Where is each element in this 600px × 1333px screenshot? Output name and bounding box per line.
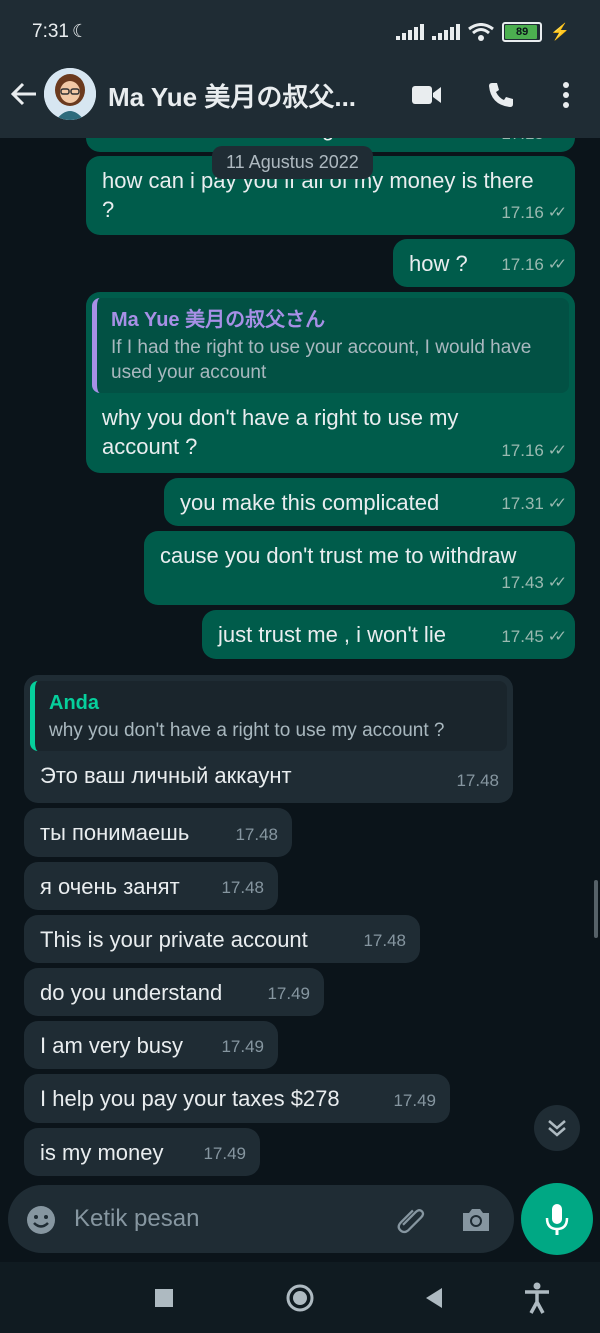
back-button[interactable] [418, 1282, 450, 1314]
read-receipt-icon: ✓✓ [547, 574, 567, 591]
read-receipt-icon: ✓✓ [548, 138, 567, 148]
message-field[interactable]: Ketik pesan [8, 1185, 514, 1253]
date-separator: 11 Agustus 2022 [212, 146, 373, 179]
message-bubble[interactable]: how ? 17.16 ✓✓ [393, 239, 575, 287]
status-time: 7:31 [32, 21, 69, 42]
message-time: 17.15 [501, 138, 544, 148]
accessibility-button[interactable] [521, 1282, 553, 1314]
read-receipt-icon: ✓✓ [547, 442, 567, 459]
phone-icon [489, 83, 513, 107]
voice-call-button[interactable] [484, 78, 518, 112]
message-text: I help you pay your taxes $278 [40, 1086, 340, 1111]
message-time: 17.49 [267, 984, 310, 1003]
message-text: cause you don't trust me to withdraw [160, 543, 517, 568]
message-input[interactable]: Ketik pesan [74, 1205, 199, 1233]
message-bubble[interactable]: я очень занят 17.48 [24, 862, 278, 910]
avatar[interactable] [44, 68, 96, 120]
triangle-back-icon [426, 1288, 442, 1308]
more-options-button[interactable] [549, 78, 583, 112]
message-text: This is your private account [40, 927, 308, 952]
read-receipt-icon: ✓✓ [547, 495, 567, 512]
system-navigation-bar [0, 1262, 600, 1333]
recents-button[interactable] [148, 1282, 180, 1314]
message-list[interactable]: 11 Agustus 2022 g 17.15✓✓ how can i pay … [0, 138, 600, 1180]
message-bubble[interactable]: Anda why you don't have a right to use m… [24, 675, 513, 803]
wifi-icon [468, 23, 494, 41]
message-time: 17.16 [501, 441, 544, 460]
home-button[interactable] [284, 1282, 316, 1314]
message-bubble[interactable]: you make this complicated 17.31 ✓✓ [164, 478, 575, 526]
camera-icon[interactable] [460, 1205, 492, 1235]
accessibility-icon [525, 1282, 549, 1314]
message-time: 17.43 [501, 573, 544, 592]
read-receipt-icon: ✓✓ [547, 204, 567, 221]
signal-icon [396, 24, 425, 40]
read-receipt-icon: ✓✓ [547, 256, 567, 273]
quoted-message[interactable]: Ma Yue 美月の叔父さん If I had the right to use… [92, 298, 569, 393]
microphone-icon [545, 1204, 569, 1235]
chat-header: Ma Yue 美月の叔父... [0, 64, 600, 138]
voice-message-button[interactable] [521, 1183, 593, 1255]
message-bubble[interactable]: ты понимаешь 17.48 [24, 808, 292, 857]
quote-author: Ma Yue 美月の叔父さん [111, 309, 326, 331]
video-camera-icon [412, 86, 441, 104]
quote-author: Anda [49, 692, 99, 714]
message-text: g [322, 138, 334, 143]
more-vert-icon [563, 82, 569, 108]
status-bar: 7:31 ☾ 89 ⚡ [0, 0, 600, 64]
message-bubble[interactable]: Ma Yue 美月の叔父さん If I had the right to use… [86, 292, 575, 473]
emoji-icon[interactable] [26, 1205, 56, 1235]
message-time: 17.49 [221, 1037, 264, 1056]
battery-icon: 89 [502, 22, 543, 42]
message-bubble[interactable]: I help you pay your taxes $278 17.49 [24, 1074, 450, 1123]
message-time: 17.16 [501, 255, 544, 274]
contact-name[interactable]: Ma Yue 美月の叔父... [108, 77, 356, 114]
composer: Ketik pesan [0, 1180, 600, 1262]
message-time: 17.49 [203, 1144, 246, 1163]
charging-icon: ⚡ [550, 24, 570, 41]
message-bubble[interactable]: I am very busy 17.49 [24, 1021, 278, 1069]
message-time: 17.48 [221, 878, 264, 897]
battery-level: 89 [515, 26, 529, 38]
do-not-disturb-icon: ☾ [72, 21, 89, 41]
message-bubble[interactable]: is my money 17.49 [24, 1128, 260, 1176]
arrow-left-icon[interactable] [10, 80, 38, 108]
paperclip-icon[interactable] [394, 1205, 428, 1235]
video-call-button[interactable] [410, 78, 444, 112]
quote-text: why you don't have a right to use my acc… [49, 720, 445, 741]
message-text: why you don't have a right to use my acc… [102, 405, 459, 459]
message-time: 17.16 [501, 203, 544, 222]
signal-icon-2 [432, 24, 461, 40]
double-chevron-down-icon [548, 1120, 566, 1137]
message-time: 17.49 [393, 1091, 436, 1110]
quote-text: If I had the right to use your account, … [111, 337, 532, 383]
message-bubble[interactable]: This is your private account 17.48 [24, 915, 420, 963]
scrollbar[interactable] [594, 880, 598, 938]
message-bubble[interactable]: just trust me , i won't lie 17.45 ✓✓ [202, 610, 575, 659]
circle-icon [286, 1284, 314, 1312]
square-icon [155, 1289, 173, 1307]
quoted-message[interactable]: Anda why you don't have a right to use m… [30, 681, 507, 751]
message-time: 17.48 [363, 931, 406, 950]
read-receipt-icon: ✓✓ [547, 628, 567, 645]
scroll-to-bottom-button[interactable] [534, 1105, 580, 1151]
message-bubble[interactable]: cause you don't trust me to withdraw 17.… [144, 531, 575, 605]
message-time: 17.48 [456, 771, 499, 790]
message-time: 17.48 [235, 825, 278, 844]
message-bubble[interactable]: do you understand 17.49 [24, 968, 324, 1016]
message-time: 17.45 [501, 627, 544, 646]
message-text: Это ваш личный аккаунт [40, 763, 292, 788]
message-time: 17.31 [501, 494, 544, 513]
